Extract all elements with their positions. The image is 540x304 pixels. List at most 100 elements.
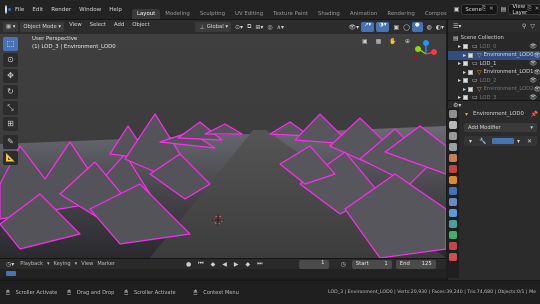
current-frame-field[interactable]: 1 xyxy=(298,259,329,269)
expand-arrow-icon[interactable]: ▸ xyxy=(463,69,466,76)
outliner-row[interactable]: ▸ ▽ Environment_LOD0 👁 xyxy=(448,51,540,60)
tab-sculpting[interactable]: Sculpting xyxy=(195,9,230,19)
outliner-row[interactable]: ▸ ▭ LOD_2 👁 xyxy=(448,77,540,86)
transform-orientation-dropdown[interactable]: ⊥ Global ▾ xyxy=(194,22,232,32)
expand-arrow-icon[interactable]: ▸ xyxy=(463,86,466,93)
shading-wireframe-icon[interactable]: ◯ xyxy=(403,24,410,31)
scale-tool-icon[interactable]: ⤡ xyxy=(3,101,18,115)
view-layer-copy-icon[interactable]: ⎘ xyxy=(527,6,531,13)
exclude-checkbox[interactable] xyxy=(463,78,469,84)
zoom-view-icon[interactable]: ⊕ xyxy=(405,38,410,45)
editor-type-button[interactable]: ▦ ▾ xyxy=(3,22,19,32)
measure-tool-icon[interactable]: 📐 xyxy=(3,151,18,165)
menu-edit[interactable]: Edit xyxy=(28,7,47,13)
timeline-menu-playback[interactable]: Playback xyxy=(20,261,43,267)
blender-logo-icon[interactable] xyxy=(5,5,11,14)
exclude-checkbox[interactable] xyxy=(468,52,474,58)
rotate-tool-icon[interactable]: ↻ xyxy=(3,85,18,99)
overlay-toggle-icon[interactable]: ◑▾ xyxy=(376,22,390,32)
output-properties-icon[interactable] xyxy=(449,132,457,140)
add-modifier-dropdown[interactable]: Add Modifier ▾ xyxy=(464,123,537,132)
outliner-row[interactable]: ▸ ▽ Environment_LOD2 👁 xyxy=(448,85,540,94)
clock-icon[interactable]: ◷ xyxy=(341,261,346,268)
scene-browse-icon[interactable]: ▣ xyxy=(454,6,460,13)
visibility-eye-icon[interactable]: 👁 xyxy=(533,86,540,93)
end-frame-field[interactable]: End 125 xyxy=(395,259,436,269)
transform-tool-icon[interactable]: ⊞ xyxy=(3,117,18,131)
prev-keyframe-icon[interactable]: ◆ xyxy=(211,261,216,268)
timeline-menu-view[interactable]: View xyxy=(81,261,93,267)
tab-animation[interactable]: Animation xyxy=(345,9,382,19)
visibility-eye-icon[interactable]: 👁 xyxy=(529,60,537,67)
outliner-filter-dropdown-icon[interactable]: ▽ xyxy=(530,23,535,30)
view-layer-properties-icon[interactable] xyxy=(449,143,457,151)
constraints-properties-icon[interactable] xyxy=(449,220,457,228)
modifier-row[interactable]: ▾ 🔧 ▾ ✕ xyxy=(464,136,537,146)
menu-object[interactable]: Object xyxy=(129,22,152,32)
menu-add[interactable]: Add xyxy=(111,22,127,32)
gizmo-toggle-icon[interactable]: ↗▾ xyxy=(361,22,375,32)
outliner-row[interactable]: ▸ ▽ Environment_LOD1 👁 xyxy=(448,68,540,77)
scene-delete-icon[interactable]: ✕ xyxy=(489,6,494,13)
texture-properties-icon[interactable] xyxy=(449,253,457,261)
exclude-checkbox[interactable] xyxy=(463,44,469,50)
menu-file[interactable]: File xyxy=(11,7,28,13)
jump-end-icon[interactable]: ⏭ xyxy=(257,260,262,268)
visibility-eye-icon[interactable]: 👁 xyxy=(533,69,540,76)
menu-window[interactable]: Window xyxy=(75,7,105,13)
scene-properties-icon[interactable] xyxy=(449,154,457,162)
record-icon[interactable]: ● xyxy=(186,261,191,268)
modifier-remove-icon[interactable]: ✕ xyxy=(527,138,532,145)
menu-help[interactable]: Help xyxy=(105,7,126,13)
modifier-options-icon[interactable]: ▾ xyxy=(517,138,520,145)
shading-solid-icon[interactable]: ● xyxy=(411,22,423,32)
exclude-checkbox[interactable] xyxy=(468,86,474,92)
tool-properties-icon[interactable] xyxy=(449,110,457,118)
expand-arrow-icon[interactable]: ▸ xyxy=(458,77,461,84)
render-properties-icon[interactable] xyxy=(449,121,457,129)
pan-view-icon[interactable]: ✋ xyxy=(389,38,396,45)
jump-start-icon[interactable]: ⏮ xyxy=(198,260,203,268)
camera-view-icon[interactable]: ▣ xyxy=(362,38,368,45)
pin-icon[interactable]: 📌 xyxy=(531,111,538,118)
timeline-menu-keying[interactable]: Keying xyxy=(54,261,71,267)
expand-arrow-icon[interactable]: ▸ xyxy=(458,60,461,67)
play-icon[interactable]: ▶ xyxy=(234,261,239,268)
timeline-editor-icon[interactable]: ◷▾ xyxy=(6,261,14,268)
expand-arrow-icon[interactable]: ▸ xyxy=(463,52,466,59)
xray-icon[interactable]: ▣ xyxy=(393,24,399,31)
cursor-tool-icon[interactable]: ⊙ xyxy=(3,53,18,67)
modifier-expand-icon[interactable]: ▾ xyxy=(469,138,472,145)
tab-compositing[interactable]: Compos xyxy=(420,9,452,19)
menu-select[interactable]: Select xyxy=(87,22,109,32)
tab-modeling[interactable]: Modeling xyxy=(160,9,195,19)
shading-material-icon[interactable]: ◍ xyxy=(427,24,432,31)
falloff-icon[interactable]: ∧▾ xyxy=(277,24,284,31)
modifier-properties-icon[interactable] xyxy=(449,187,457,195)
playhead[interactable] xyxy=(6,271,16,276)
next-keyframe-icon[interactable]: ◆ xyxy=(245,261,250,268)
annotate-tool-icon[interactable]: ✎ xyxy=(3,135,18,149)
shading-rendered-icon[interactable]: ◐▾ xyxy=(436,24,444,31)
menu-view[interactable]: View xyxy=(66,22,85,32)
outliner-row[interactable]: ▸ ▭ LOD_1 👁 xyxy=(448,60,540,69)
snap-settings-icon[interactable]: ⊞▾ xyxy=(255,24,263,31)
view-layer-selector[interactable]: View Layer ⎘ ✕ xyxy=(508,4,540,16)
select-box-icon[interactable]: ⬚ xyxy=(3,37,18,51)
tab-shading[interactable]: Shading xyxy=(313,9,345,19)
tab-uv-editing[interactable]: UV Editing xyxy=(230,9,268,19)
scene-collection-row[interactable]: ▤ Scene Collection xyxy=(448,34,540,43)
world-properties-icon[interactable] xyxy=(449,165,457,173)
modifier-toggle-buttons[interactable] xyxy=(491,138,514,144)
expand-arrow-icon[interactable]: ▸ xyxy=(458,43,461,50)
snap-icon[interactable]: ⧉ xyxy=(247,23,251,31)
scene-selector[interactable]: Scene ⎘ ✕ xyxy=(461,4,498,15)
physics-properties-icon[interactable] xyxy=(449,209,457,217)
exclude-checkbox[interactable] xyxy=(463,61,469,67)
outliner-filter-icon[interactable]: ⚲ xyxy=(522,23,526,30)
outliner-row[interactable]: ▸ ▭ LOD_0 👁 xyxy=(448,43,540,52)
timeline-menu-marker[interactable]: Marker xyxy=(97,261,115,267)
exclude-checkbox[interactable] xyxy=(468,69,474,75)
visibility-icon[interactable]: 👁▾ xyxy=(348,24,359,31)
render-view-icon[interactable]: ▦ xyxy=(376,38,382,45)
